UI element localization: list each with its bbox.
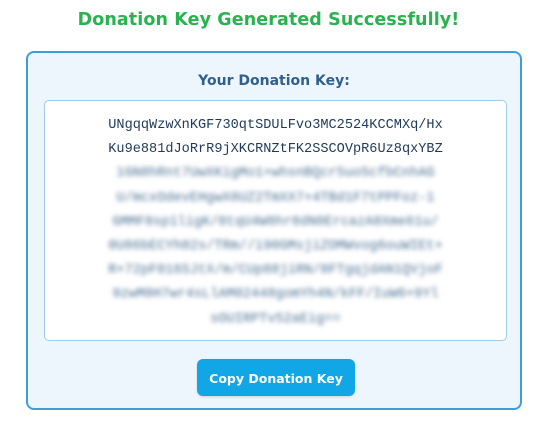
key-line: Ku9e881dJoRrR9jXKCRNZtFK2SSCOVpR6Uz8qxYB…: [108, 142, 443, 158]
key-line-blurred: 9zwM8H7wr4sLlAM02448gomYh4N/kFF/IuW6+9Yl: [112, 287, 439, 303]
key-line: UNgqqWzwXnKGF730qtSDULFvo3MC2524KCCMXq/H…: [108, 118, 443, 133]
donation-key-label: Your Donation Key:: [198, 73, 350, 89]
donation-key-text-box[interactable]: UNgqqWzwXnKGF730qtSDULFvo3MC2524KCCMXq/H…: [44, 100, 507, 341]
key-line-blurred: U/mcxOdevEHgwX8UZ2TmXX7+4TBd1F7tPPFoz-1: [116, 190, 435, 206]
key-line-blurred: R+72pF016SJtX/m/CUp88jiRN/8FTgqjdAN1QVjo…: [108, 263, 443, 279]
key-line-blurred: 1GN8hRnt7UwXKigMo1+whsnBQcr5uo5cfbCnhAG: [116, 166, 435, 182]
copy-donation-key-button[interactable]: Copy Donation Key: [197, 359, 355, 396]
donation-key-panel: Your Donation Key: UNgqqWzwXnKGF730qtSDU…: [26, 51, 522, 410]
success-heading: Donation Key Generated Successfully!: [77, 10, 460, 30]
key-line-blurred: 0U86bECYh02s/TRm//i90GMsjiZOMWvog6ouWIEt…: [108, 238, 443, 254]
key-line-blurred: GMMF8sp1ligK/0tqU4W8hr0dN0ErcazA8Xme61u/: [112, 214, 439, 230]
key-line-blurred: sOUIRPTv52aEig==: [210, 311, 341, 327]
